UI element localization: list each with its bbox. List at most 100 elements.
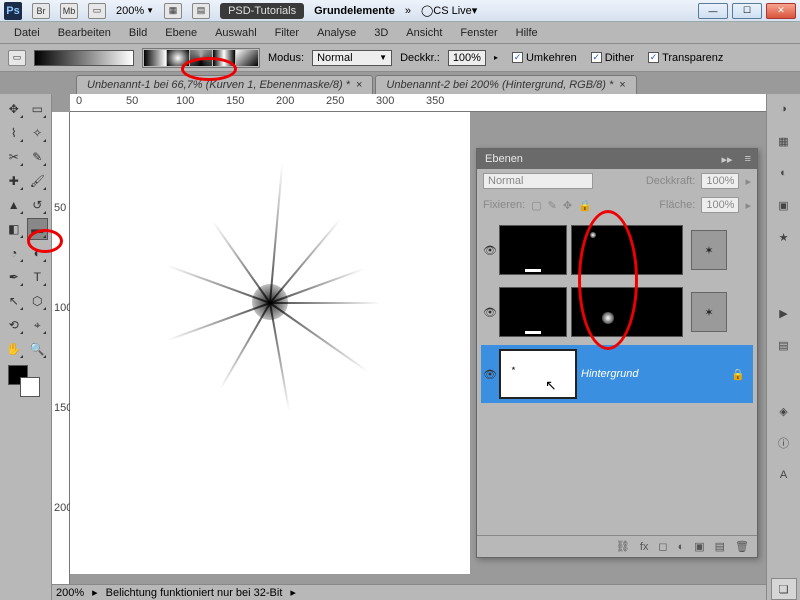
canvas[interactable]: [70, 112, 470, 574]
info-panel-icon[interactable]: ⓘ: [773, 434, 795, 452]
workspace-grundelemente[interactable]: Grundelemente: [314, 5, 395, 17]
layers-panel-icon[interactable]: ❏: [771, 578, 797, 600]
cslive-button[interactable]: ◯ CS Live ▾: [421, 4, 477, 17]
umkehren-checkbox[interactable]: ✓Umkehren: [512, 52, 577, 64]
stamp-tool[interactable]: ▲: [3, 194, 25, 216]
menu-datei[interactable]: Datei: [14, 27, 40, 39]
close-tab-icon[interactable]: ×: [619, 79, 625, 91]
magic-wand-tool[interactable]: ✧: [27, 122, 49, 144]
lock-position-icon[interactable]: ✥: [563, 199, 572, 212]
history-brush-tool[interactable]: ↺: [27, 194, 49, 216]
delete-layer-icon[interactable]: 🗑: [735, 540, 749, 553]
move-tool[interactable]: ✥: [3, 98, 25, 120]
blur-tool[interactable]: ◔: [3, 242, 25, 264]
group-icon[interactable]: ▣: [694, 540, 704, 553]
gradient-linear[interactable]: [144, 50, 166, 66]
status-zoom[interactable]: 200%: [56, 587, 84, 599]
minimize-button[interactable]: —: [698, 3, 728, 19]
eyedropper-tool[interactable]: ✎: [27, 146, 49, 168]
screen-mode-icon[interactable]: ▭: [88, 3, 106, 19]
modus-select[interactable]: Normal▼: [312, 50, 392, 66]
menu-ebene[interactable]: Ebene: [165, 27, 197, 39]
layer-thumb[interactable]: ٭ ↖: [499, 349, 577, 399]
layer-row[interactable]: 👁 ✶: [481, 221, 753, 279]
actions-panel-icon[interactable]: ▶: [773, 304, 795, 322]
visibility-icon[interactable]: 👁: [481, 368, 499, 381]
layer-name[interactable]: Hintergrund: [581, 368, 638, 380]
link-layers-icon[interactable]: ⛓: [616, 540, 630, 553]
visibility-icon[interactable]: 👁: [481, 306, 499, 319]
nav-panel-icon[interactable]: ◈: [773, 402, 795, 420]
path-select-tool[interactable]: ↖: [3, 290, 25, 312]
panel-collapse-icon[interactable]: ▸▸: [716, 153, 739, 166]
menu-filter[interactable]: Filter: [275, 27, 299, 39]
adjust-panel-icon[interactable]: ◐: [773, 164, 795, 182]
adjustment-thumb[interactable]: [499, 225, 567, 275]
bridge-icon[interactable]: Br: [32, 3, 50, 19]
minibridge-icon[interactable]: Mb: [60, 3, 78, 19]
menu-analyse[interactable]: Analyse: [317, 27, 356, 39]
menu-3d[interactable]: 3D: [374, 27, 388, 39]
layer-style-thumb[interactable]: ✶: [691, 292, 727, 332]
workspace-more-icon[interactable]: »: [405, 5, 411, 17]
layer-row-background[interactable]: 👁 ٭ ↖ Hintergrund 🔒: [481, 345, 753, 403]
type-tool[interactable]: T: [27, 266, 49, 288]
gradient-tool[interactable]: ▬: [27, 218, 49, 240]
healing-tool[interactable]: ✚: [3, 170, 25, 192]
layer-mask-icon[interactable]: ◻: [658, 540, 667, 553]
char-panel-icon[interactable]: A: [773, 466, 795, 484]
adjustment-thumb[interactable]: [499, 287, 567, 337]
menu-ansicht[interactable]: Ansicht: [406, 27, 442, 39]
adjustment-layer-icon[interactable]: ◐: [678, 541, 685, 553]
zoom-level[interactable]: 200% ▼: [116, 5, 154, 17]
mask-thumb[interactable]: [571, 225, 683, 275]
styles-panel-icon[interactable]: ★: [773, 228, 795, 246]
swatch-panel-icon[interactable]: ▦: [773, 132, 795, 150]
lock-transparency-icon[interactable]: ▢: [531, 199, 541, 212]
brush-tool[interactable]: 🖌: [27, 170, 49, 192]
deckkr-input[interactable]: 100%: [448, 50, 486, 66]
close-button[interactable]: ✕: [766, 3, 796, 19]
menu-bild[interactable]: Bild: [129, 27, 147, 39]
tool-preset-picker[interactable]: ▭: [8, 50, 26, 66]
layer-row[interactable]: 👁 ✶: [481, 283, 753, 341]
mask-panel-icon[interactable]: ▣: [773, 196, 795, 214]
hand-tool[interactable]: ✋: [3, 338, 25, 360]
color-swatches[interactable]: [3, 362, 48, 400]
3d-camera-tool[interactable]: ⌖: [27, 314, 49, 336]
layer-style-thumb[interactable]: ✶: [691, 230, 727, 270]
new-layer-icon[interactable]: ▤: [715, 540, 725, 553]
document-tab-2[interactable]: Unbenannt-2 bei 200% (Hintergrund, RGB/8…: [375, 75, 636, 94]
transparenz-checkbox[interactable]: ✓Transparenz: [648, 52, 723, 64]
gradient-radial[interactable]: [167, 50, 189, 66]
menu-bearbeiten[interactable]: Bearbeiten: [58, 27, 111, 39]
menu-auswahl[interactable]: Auswahl: [215, 27, 257, 39]
layers-tab[interactable]: Ebenen: [477, 150, 531, 168]
history-panel-icon[interactable]: ▤: [773, 336, 795, 354]
menu-fenster[interactable]: Fenster: [460, 27, 497, 39]
shape-tool[interactable]: ⬡: [27, 290, 49, 312]
crop-tool[interactable]: ✂: [3, 146, 25, 168]
extras-icon[interactable]: ▤: [192, 3, 210, 19]
workspace-psdtutorials[interactable]: PSD-Tutorials: [220, 3, 304, 19]
arrange-icon[interactable]: ▦: [164, 3, 182, 19]
gradient-angle[interactable]: [190, 50, 212, 66]
gradient-reflected[interactable]: [213, 50, 235, 66]
dither-checkbox[interactable]: ✓Dither: [591, 52, 634, 64]
visibility-icon[interactable]: 👁: [481, 244, 499, 257]
color-panel-icon[interactable]: ◑: [773, 100, 795, 118]
blend-mode-select[interactable]: Normal: [483, 173, 593, 189]
maximize-button[interactable]: ☐: [732, 3, 762, 19]
close-tab-icon[interactable]: ×: [356, 79, 362, 91]
mask-thumb[interactable]: [571, 287, 683, 337]
lasso-tool[interactable]: ⌇: [3, 122, 25, 144]
marquee-tool[interactable]: ▭: [27, 98, 49, 120]
3d-rotate-tool[interactable]: ⟲: [3, 314, 25, 336]
gradient-preview[interactable]: [34, 50, 134, 66]
pen-tool[interactable]: ✒: [3, 266, 25, 288]
menu-hilfe[interactable]: Hilfe: [516, 27, 538, 39]
lock-all-icon[interactable]: 🔒: [578, 199, 592, 212]
flaeche-input[interactable]: 100%: [701, 197, 739, 213]
document-tab-1[interactable]: Unbenannt-1 bei 66,7% (Kurven 1, Ebenenm…: [76, 75, 373, 94]
layer-fx-icon[interactable]: fx: [640, 541, 649, 553]
